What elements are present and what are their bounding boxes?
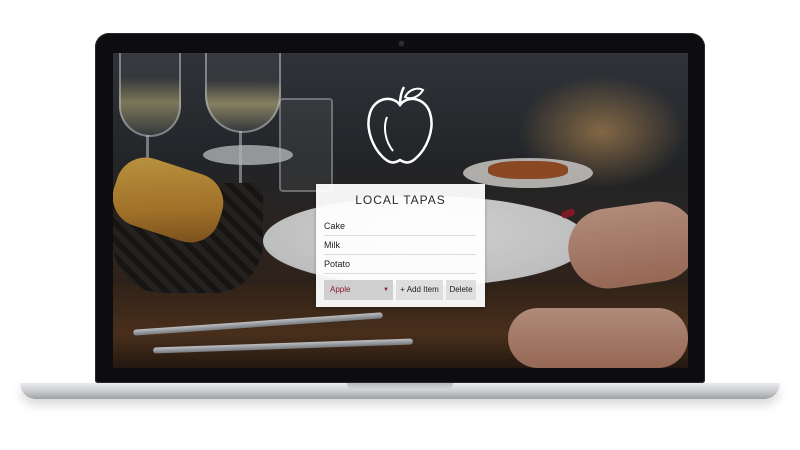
add-item-button[interactable]: + Add Item <box>396 280 443 300</box>
apple-outline-icon <box>367 86 433 164</box>
laptop-notch <box>347 383 453 390</box>
app-title: LOCAL TAPAS <box>355 193 446 207</box>
list-item[interactable]: Potato <box>324 255 476 274</box>
laptop-screen: LOCAL TAPAS Cake Milk Potato Apple ▼ + A… <box>113 53 688 368</box>
item-select-value: Apple <box>330 285 351 294</box>
webcam-icon <box>399 41 404 46</box>
tapas-list-panel: LOCAL TAPAS Cake Milk Potato Apple ▼ + A… <box>316 184 485 307</box>
list-item[interactable]: Milk <box>324 236 476 255</box>
list-item[interactable]: Cake <box>324 217 476 236</box>
caret-down-icon: ▼ <box>383 287 389 293</box>
item-select[interactable]: Apple ▼ <box>324 280 393 300</box>
delete-button[interactable]: Delete <box>446 280 476 300</box>
item-controls: Apple ▼ + Add Item Delete <box>324 280 476 300</box>
